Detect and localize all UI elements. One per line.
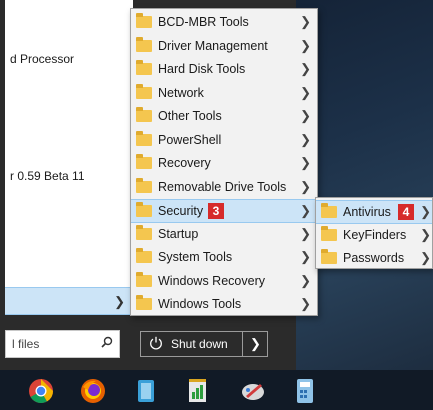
menu-item-label: Passwords: [343, 251, 405, 265]
menu-item-antivirus[interactable]: Antivirus 4 ❯: [316, 200, 432, 224]
chevron-right-icon: ❯: [300, 249, 311, 264]
menu-item-bcd-mbr-tools[interactable]: BCD-MBR Tools ❯: [131, 11, 317, 35]
taskbar: [0, 370, 433, 410]
shutdown-label: Shut down: [171, 337, 228, 351]
folder-icon: [321, 249, 337, 264]
chevron-right-icon: ❯: [300, 296, 311, 311]
menu-item-label: Recovery: [158, 156, 211, 170]
chevron-right-icon: ❯: [300, 131, 311, 147]
chevron-right-icon: ❯: [300, 178, 311, 194]
notebook-app-icon[interactable]: [133, 378, 159, 404]
step-badge: 4: [398, 204, 414, 220]
menu-item-label: Network: [158, 85, 204, 100]
chevron-right-icon: ❯: [420, 250, 431, 265]
step-badge: 3: [208, 203, 224, 219]
menu-item-windows-tools[interactable]: Windows Tools ❯: [131, 293, 317, 317]
folder-icon: [136, 130, 152, 146]
chevron-right-icon: ❯: [300, 84, 311, 100]
menu-item-label: BCD-MBR Tools: [158, 15, 249, 29]
chevron-right-icon: ❯: [300, 37, 311, 53]
menu-item-system-tools[interactable]: System Tools ❯: [131, 246, 317, 270]
folder-icon: [136, 154, 152, 169]
menu-item-label: PowerShell: [158, 132, 222, 147]
menu-item-label: Windows Recovery: [158, 273, 265, 288]
menu-item-label: Hard Disk Tools: [158, 62, 246, 76]
folder-icon: [136, 224, 152, 240]
search-placeholder: l files: [12, 337, 40, 351]
security-submenu: Antivirus 4 ❯ KeyFinders ❯ Passwords ❯: [315, 197, 433, 269]
folder-icon: [136, 248, 152, 263]
menu-item-label: Startup: [158, 226, 199, 241]
menu-item-label: Removable Drive Tools: [158, 179, 287, 194]
shutdown-button[interactable]: Shut down ❯: [140, 331, 268, 357]
firefox-icon[interactable]: [80, 378, 106, 404]
power-icon: [149, 336, 163, 350]
shutdown-divider: [242, 332, 243, 356]
search-icon: [101, 336, 113, 351]
menu-item-powershell[interactable]: PowerShell ❯: [131, 129, 317, 153]
chevron-right-icon: ❯: [300, 61, 311, 76]
menu-item-label: System Tools: [158, 250, 233, 264]
shutdown-options-arrow-icon[interactable]: ❯: [250, 336, 261, 352]
program-item-beta[interactable]: r 0.59 Beta 11: [10, 169, 85, 183]
menu-item-label: Security: [158, 204, 204, 218]
chevron-right-icon: ❯: [300, 108, 311, 123]
chevron-right-icon: ❯: [300, 203, 311, 218]
chevron-right-icon: ❯: [420, 226, 431, 242]
all-programs-highlighted-item[interactable]: ❯: [5, 287, 133, 315]
menu-item-windows-recovery[interactable]: Windows Recovery ❯: [131, 270, 317, 294]
chevron-right-icon: ❯: [300, 14, 311, 29]
folder-icon: [321, 225, 337, 241]
folder-icon: [136, 295, 152, 310]
menu-item-other-tools[interactable]: Other Tools ❯: [131, 105, 317, 129]
folder-icon: [136, 271, 152, 287]
menu-item-label: Other Tools: [158, 109, 222, 123]
menu-item-driver-management[interactable]: Driver Management ❯: [131, 35, 317, 59]
chevron-right-icon: ❯: [114, 294, 125, 309]
menu-item-label: Driver Management: [158, 38, 268, 53]
menu-item-label: Windows Tools: [158, 297, 242, 311]
menu-item-security[interactable]: Security 3 ❯: [131, 199, 317, 223]
folder-icon: [136, 36, 152, 52]
notepad-chart-icon[interactable]: [185, 378, 211, 404]
chevron-right-icon: ❯: [300, 155, 311, 170]
menu-item-label: Antivirus: [343, 205, 391, 219]
menu-item-hard-disk-tools[interactable]: Hard Disk Tools ❯: [131, 58, 317, 82]
chevron-right-icon: ❯: [420, 204, 431, 219]
menu-item-recovery[interactable]: Recovery ❯: [131, 152, 317, 176]
chrome-icon[interactable]: [28, 378, 54, 404]
folder-icon: [136, 13, 152, 28]
program-item-processor[interactable]: d Processor: [10, 52, 74, 66]
folder-icon: [136, 202, 152, 217]
folder-icon: [136, 83, 152, 99]
folder-icon: [136, 107, 152, 122]
program-list: d Processor r 0.59 Beta 11: [5, 0, 133, 287]
menu-item-passwords[interactable]: Passwords ❯: [316, 247, 432, 271]
search-programs-input[interactable]: l files: [5, 330, 120, 358]
menu-item-network[interactable]: Network ❯: [131, 82, 317, 106]
menu-item-label: KeyFinders: [343, 227, 407, 242]
menu-item-startup[interactable]: Startup ❯: [131, 223, 317, 247]
calculator-icon[interactable]: [292, 378, 318, 404]
folder-icon: [321, 203, 337, 218]
tools-submenu: BCD-MBR Tools ❯ Driver Management ❯ Hard…: [130, 8, 318, 316]
chevron-right-icon: ❯: [300, 272, 311, 288]
paint-tool-icon[interactable]: [240, 378, 266, 404]
menu-item-keyfinders[interactable]: KeyFinders ❯: [316, 224, 432, 248]
folder-icon: [136, 60, 152, 75]
folder-icon: [136, 177, 152, 193]
chevron-right-icon: ❯: [300, 225, 311, 241]
menu-item-removable-drive-tools[interactable]: Removable Drive Tools ❯: [131, 176, 317, 200]
